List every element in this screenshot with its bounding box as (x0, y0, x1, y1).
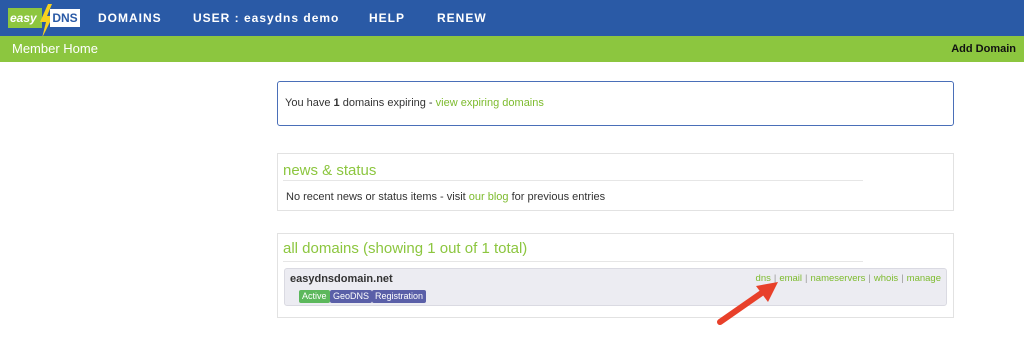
expiring-middle: domains expiring - (339, 97, 436, 109)
nav-help[interactable]: HELP (369, 0, 405, 36)
expiring-domains-panel: You have 1 domains expiring - view expir… (277, 81, 954, 126)
view-expiring-link[interactable]: view expiring domains (436, 97, 544, 109)
news-status-panel: news & status No recent news or status i… (277, 153, 954, 211)
member-home-link[interactable]: Member Home (12, 36, 98, 62)
nav-user[interactable]: USER : easydns demo (193, 0, 339, 36)
logo-easy-text: easy (8, 8, 42, 28)
nameservers-link[interactable]: nameservers (811, 273, 866, 284)
all-domains-panel: all domains (showing 1 out of 1 total) e… (277, 233, 954, 318)
whois-link[interactable]: whois (874, 273, 898, 284)
news-message: No recent news or status items - visit o… (286, 191, 605, 203)
annotation-arrow-icon (717, 282, 778, 325)
nav-renew[interactable]: RENEW (437, 0, 487, 36)
status-badge-geodns: GeoDNS (330, 290, 373, 303)
expiring-prefix: You have (285, 97, 334, 109)
divider (283, 180, 863, 181)
top-nav-bar: easy DNS DOMAINS USER : easydns demo HEL… (0, 0, 1024, 38)
nav-domains[interactable]: DOMAINS (98, 0, 162, 36)
link-separator: | (868, 273, 871, 284)
manage-link[interactable]: manage (907, 273, 941, 284)
logo-dns-text: DNS (50, 9, 80, 27)
link-separator: | (901, 273, 904, 284)
add-domain-link[interactable]: Add Domain (951, 36, 1016, 62)
easydns-logo[interactable]: easy DNS (8, 4, 80, 38)
sub-nav-bar: Member Home Add Domain (0, 36, 1024, 62)
news-title: news & status (283, 162, 377, 179)
status-badge-active: Active (299, 290, 330, 303)
all-domains-title: all domains (showing 1 out of 1 total) (283, 240, 528, 257)
status-badge-registration: Registration (372, 290, 427, 303)
domain-name[interactable]: easydnsdomain.net (290, 273, 393, 285)
divider (283, 261, 863, 262)
news-text-before: No recent news or status items - visit (286, 191, 469, 203)
link-separator: | (805, 273, 808, 284)
blog-link[interactable]: our blog (469, 191, 509, 203)
domain-row: easydnsdomain.net Active GeoDNS Registra… (284, 268, 947, 306)
news-text-after: for previous entries (508, 191, 606, 203)
expiring-message: You have 1 domains expiring - view expir… (285, 97, 544, 109)
